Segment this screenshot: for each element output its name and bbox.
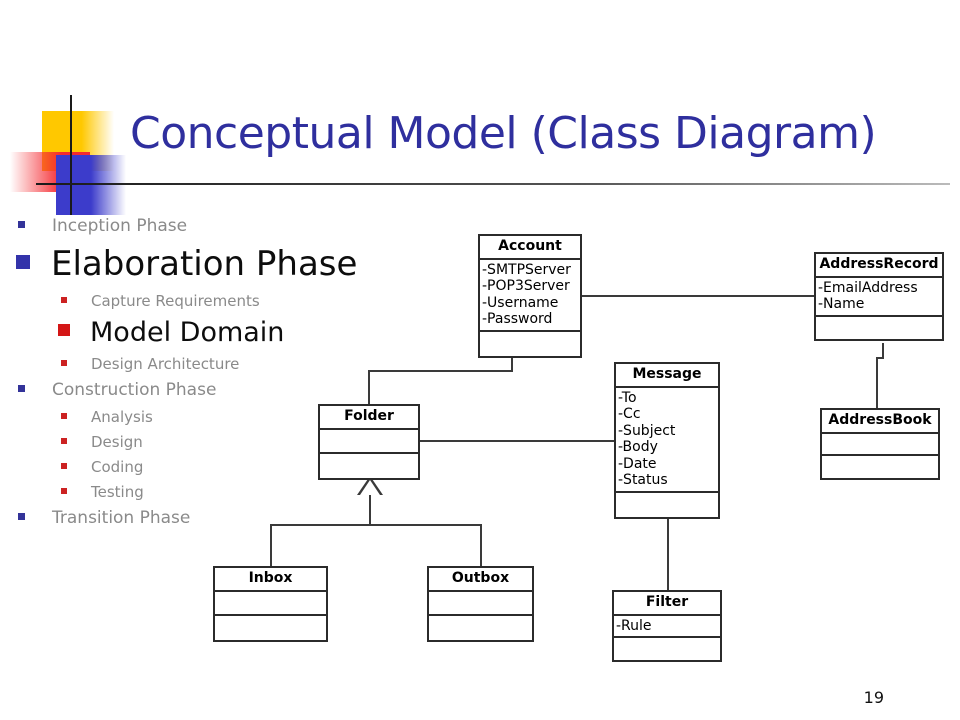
list-item-label: Analysis [91, 408, 153, 426]
bullet-square-icon [61, 438, 67, 444]
uml-attribute: -SMTPServer [482, 261, 571, 278]
uml-class-addressrecord[interactable]: AddressRecord -EmailAddress -Name [814, 252, 944, 341]
uml-attribute-compartment [822, 434, 938, 456]
list-item-label: Design [91, 433, 143, 451]
bullet-square-icon [61, 297, 67, 303]
connector-generalization-inbox-drop [270, 524, 272, 566]
list-item[interactable]: Model Domain [8, 317, 428, 355]
uml-attribute: -Cc [618, 406, 641, 423]
bullet-square-icon [61, 413, 67, 419]
connector-folder-message [420, 440, 615, 442]
connector-account-folder-seg3 [368, 370, 370, 405]
uml-class-addressbook[interactable]: AddressBook [820, 408, 940, 480]
uml-operation-compartment [480, 332, 580, 356]
generalization-triangle-inner-icon [360, 480, 380, 495]
uml-class-name: Account [480, 236, 580, 260]
bullet-square-icon [58, 324, 70, 336]
page-title: Conceptual Model (Class Diagram) [130, 108, 877, 159]
title-underline-rule [36, 183, 950, 185]
uml-operation-compartment [822, 456, 938, 478]
uml-attribute-compartment: -Rule [614, 616, 720, 639]
bullet-square-icon [61, 488, 67, 494]
connector-generalization-outbox-drop [480, 524, 482, 566]
uml-attribute: -Rule [616, 617, 652, 634]
list-item[interactable]: Design Architecture [8, 355, 428, 380]
list-item-label: Model Domain [90, 317, 285, 348]
uml-attribute: -Password [482, 311, 553, 328]
list-item-label: Inception Phase [52, 216, 188, 236]
uml-attribute-compartment: -SMTPServer -POP3Server -Username -Passw… [480, 260, 580, 332]
list-item-label: Transition Phase [52, 508, 191, 528]
list-item-label: Construction Phase [52, 380, 217, 400]
list-item-label: Elaboration Phase [51, 244, 358, 284]
slide-decoration [0, 95, 150, 215]
uml-class-name: AddressRecord [816, 254, 942, 278]
uml-attribute-compartment [429, 592, 532, 616]
list-item[interactable]: Elaboration Phase [8, 244, 428, 292]
decoration-vertical-rule [70, 95, 72, 215]
uml-operation-compartment [429, 616, 532, 640]
uml-attribute: -Body [618, 439, 658, 456]
uml-class-account[interactable]: Account -SMTPServer -POP3Server -Usernam… [478, 234, 582, 358]
list-item-label: Design Architecture [91, 355, 240, 373]
uml-class-name: Filter [614, 592, 720, 616]
decoration-blue-square [56, 155, 126, 215]
list-item[interactable]: Inception Phase [8, 216, 428, 244]
uml-attribute: -To [618, 389, 637, 406]
uml-attribute-compartment [320, 430, 418, 454]
connector-generalization-bar [270, 524, 482, 526]
uml-attribute: -Username [482, 294, 559, 311]
uml-attribute-compartment: -EmailAddress -Name [816, 278, 942, 317]
uml-class-name: AddressBook [822, 410, 938, 434]
uml-class-outbox[interactable]: Outbox [427, 566, 534, 642]
list-item-label: Capture Requirements [91, 292, 260, 310]
uml-operation-compartment [215, 616, 326, 640]
uml-operation-compartment [616, 493, 718, 517]
uml-attribute-compartment: -To -Cc -Subject -Body -Date -Status [616, 388, 718, 493]
bullet-square-icon [61, 463, 67, 469]
bullet-square-icon [18, 221, 25, 228]
list-item-label: Coding [91, 458, 144, 476]
uml-attribute: -Name [818, 296, 865, 313]
connector-account-addressrecord [580, 295, 814, 297]
uml-operation-compartment [320, 454, 418, 478]
uml-class-name: Inbox [215, 568, 326, 592]
slide-number: 19 [863, 688, 884, 707]
connector-generalization-stem [369, 494, 371, 526]
uml-attribute: -EmailAddress [818, 279, 918, 296]
connector-addressrecord-addressbook-seg3 [876, 357, 878, 409]
uml-class-folder[interactable]: Folder [318, 404, 420, 480]
bullet-square-icon [18, 385, 25, 392]
list-item[interactable]: Capture Requirements [8, 292, 428, 317]
connector-account-folder-seg2 [368, 370, 513, 372]
uml-class-name: Folder [320, 406, 418, 430]
uml-class-message[interactable]: Message -To -Cc -Subject -Body -Date -St… [614, 362, 720, 519]
bullet-square-icon [61, 360, 67, 366]
uml-operation-compartment [614, 638, 720, 660]
uml-attribute: -Subject [618, 422, 676, 439]
uml-class-name: Message [616, 364, 718, 388]
bullet-square-icon [18, 513, 25, 520]
uml-attribute: -Date [618, 455, 657, 472]
uml-attribute: -Status [618, 472, 668, 489]
bullet-square-icon [16, 255, 30, 269]
uml-attribute-compartment [215, 592, 326, 616]
uml-attribute: -POP3Server [482, 278, 570, 295]
uml-class-name: Outbox [429, 568, 532, 592]
list-item-label: Testing [91, 483, 144, 501]
uml-class-inbox[interactable]: Inbox [213, 566, 328, 642]
uml-class-filter[interactable]: Filter -Rule [612, 590, 722, 663]
list-item[interactable]: Transition Phase [8, 508, 428, 536]
uml-operation-compartment [816, 317, 942, 339]
connector-message-filter [667, 518, 669, 590]
